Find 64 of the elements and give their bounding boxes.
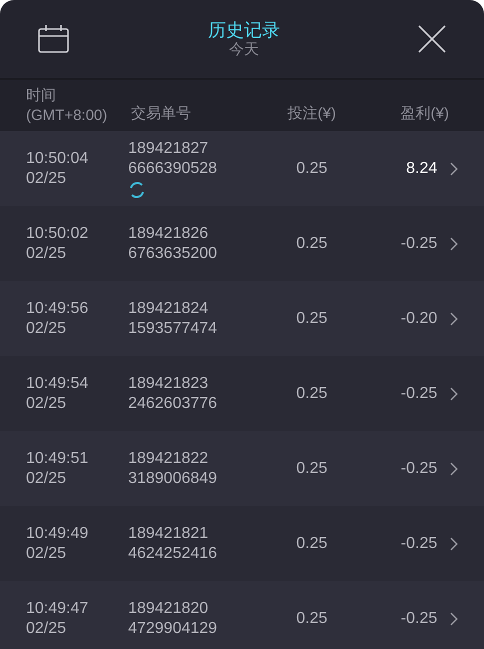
time-text: 10:49:49 [26, 524, 90, 544]
column-header: 时间 (GMT+8:00) [26, 86, 108, 126]
date-text: 02/25 [26, 244, 68, 264]
bet-amount: 0.25 [295, 458, 328, 478]
time-text: 10:49:56 [26, 298, 90, 318]
close-icon[interactable] [418, 25, 446, 53]
order-number-text: 189421822 [128, 448, 210, 468]
chevron-right-icon[interactable] [450, 612, 458, 626]
order-number-text: 189421821 [128, 524, 210, 544]
history-row[interactable]: 10:49:49 02/25 189421821 4624252416 0.25 -0.25 [0, 506, 484, 581]
date-filter-label: 今天 [229, 41, 259, 59]
history-row[interactable]: 10:50:04 02/25 189421827 6666390528 0.25 8.24 [0, 131, 484, 206]
date-text: 02/25 [26, 468, 68, 488]
time-text: 10:49:51 [26, 448, 90, 468]
chevron-right-icon[interactable] [450, 162, 458, 176]
bet-amount: 0.25 [295, 534, 328, 554]
history-row[interactable]: 10:49:54 02/25 189421823 2462603776 0.25 -0.25 [0, 356, 484, 431]
column-header: 盈利(¥) [400, 104, 449, 124]
order-number-text: 6666390528 [128, 158, 218, 178]
chevron-right-icon[interactable] [450, 386, 458, 400]
chevron-right-icon[interactable] [450, 536, 458, 550]
order-number-text: 189421820 [128, 598, 210, 618]
order-number-text: 189421824 [128, 298, 210, 318]
history-row[interactable]: 10:49:56 02/25 189421824 1593577474 0.25 -0.20 [0, 281, 484, 356]
time-text: 10:50:04 [26, 148, 90, 168]
bet-amount: 0.25 [295, 608, 328, 628]
date-text: 02/25 [26, 168, 68, 188]
profit-amount: 8.24 [405, 158, 438, 178]
profit-amount: -0.25 [400, 534, 438, 554]
window-title: 历史记录 [208, 19, 280, 41]
bet-amount: 0.25 [295, 384, 328, 404]
history-row[interactable]: 10:49:47 02/25 189421820 4729904129 0.25 -0.25 [0, 581, 484, 649]
order-number-text: 189421826 [128, 224, 210, 244]
profit-amount: -0.20 [400, 308, 438, 328]
order-number-text: 2462603776 [128, 394, 218, 414]
order-number-text: 1593577474 [128, 318, 218, 338]
profit-amount: -0.25 [400, 458, 438, 478]
column-header: 投注(¥) [286, 104, 336, 124]
date-text: 02/25 [26, 318, 68, 338]
profit-amount: -0.25 [400, 608, 438, 628]
bet-amount: 0.25 [295, 234, 328, 254]
profit-amount: -0.25 [400, 234, 438, 254]
date-text: 02/25 [26, 544, 68, 564]
order-number-text: 3189006849 [128, 468, 218, 488]
column-header: 交易单号 [131, 104, 192, 124]
order-number-text: 4729904129 [128, 618, 218, 638]
history-row[interactable]: 10:49:51 02/25 189421822 3189006849 0.25 -0.25 [0, 431, 484, 506]
order-number-text: 4624252416 [128, 544, 218, 564]
order-number-text: 189421827 [128, 138, 210, 158]
chevron-right-icon[interactable] [450, 236, 458, 250]
time-text: 10:49:47 [26, 598, 90, 618]
chevron-right-icon[interactable] [450, 312, 458, 326]
calendar-icon[interactable] [38, 25, 70, 53]
time-text: 10:49:54 [26, 374, 90, 394]
order-number-text: 6763635200 [128, 244, 218, 264]
order-number-text: 189421823 [128, 374, 210, 394]
bet-amount: 0.25 [295, 308, 328, 328]
history-row[interactable]: 10:50:02 02/25 189421826 6763635200 0.25 -0.25 [0, 206, 484, 281]
date-text: 02/25 [26, 618, 68, 638]
profit-amount: -0.25 [400, 384, 438, 404]
date-text: 02/25 [26, 394, 68, 414]
chevron-right-icon[interactable] [450, 462, 458, 476]
bet-amount: 0.25 [295, 158, 328, 178]
time-text: 10:50:02 [26, 224, 90, 244]
